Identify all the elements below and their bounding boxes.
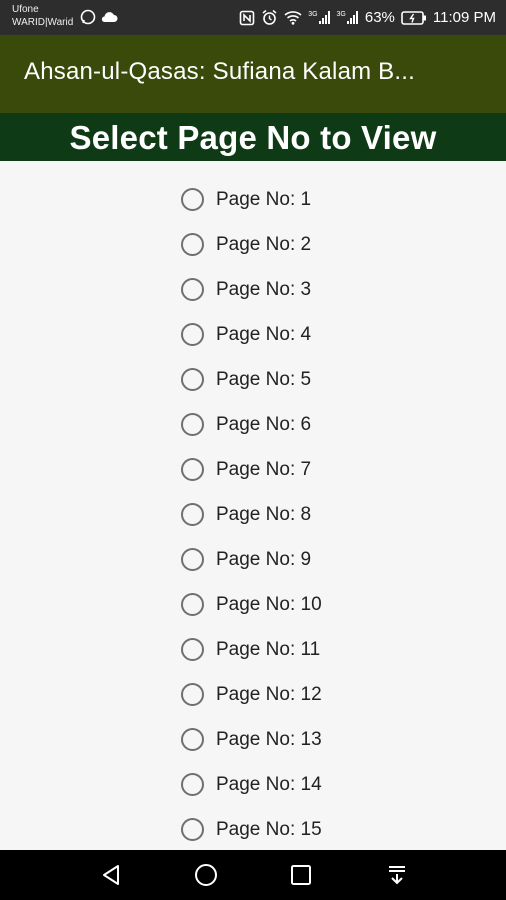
- home-button[interactable]: [193, 862, 219, 888]
- radio-button-icon[interactable]: [181, 638, 204, 661]
- radio-button-icon[interactable]: [181, 728, 204, 751]
- whatsapp-icon: [80, 9, 96, 25]
- page-option-label: Page No: 15: [216, 818, 322, 840]
- notifications-down-icon: [389, 866, 405, 885]
- radio-button-icon[interactable]: [181, 323, 204, 346]
- page-option[interactable]: Page No: 11: [181, 627, 320, 672]
- network-label-2: 3G: [336, 11, 346, 18]
- cloud-icon: [101, 12, 118, 22]
- recents-icon: [291, 865, 311, 885]
- radio-button-icon[interactable]: [181, 368, 204, 391]
- page-option-label: Page No: 9: [216, 548, 312, 570]
- page-option[interactable]: Page No: 1: [181, 177, 311, 222]
- page-option-label: Page No: 12: [216, 683, 322, 705]
- page-option[interactable]: Page No: 12: [181, 672, 322, 717]
- radio-button-icon[interactable]: [181, 188, 204, 211]
- app-bar: Ahsan-ul-Qasas: Sufiana Kalam B...: [0, 35, 506, 113]
- signal-icon-1: 3G: [308, 11, 330, 24]
- page-option[interactable]: Page No: 9: [181, 537, 311, 582]
- page-option-label: Page No: 7: [216, 458, 312, 480]
- page-option[interactable]: Page No: 4: [181, 312, 311, 357]
- page-option[interactable]: Page No: 6: [181, 402, 311, 447]
- page-option-label: Page No: 8: [216, 503, 312, 525]
- status-bar: Ufone WARID|Warid 3G 3G 63% 11:09 PM: [0, 0, 506, 35]
- signal-icon-2: 3G: [337, 11, 359, 24]
- radio-button-icon[interactable]: [181, 593, 204, 616]
- page-option[interactable]: Page No: 15: [181, 807, 322, 852]
- page-title: Select Page No to View: [69, 119, 437, 156]
- notification-icons: [80, 9, 118, 25]
- home-icon: [195, 864, 217, 886]
- page-option-label: Page No: 10: [216, 593, 322, 615]
- page-option[interactable]: Page No: 7: [181, 447, 311, 492]
- radio-button-icon[interactable]: [181, 548, 204, 571]
- carrier-info: Ufone WARID|Warid: [12, 3, 73, 29]
- radio-button-icon[interactable]: [181, 683, 204, 706]
- page-option[interactable]: Page No: 2: [181, 222, 311, 267]
- page-option-label: Page No: 6: [216, 413, 312, 435]
- carrier-line-2: WARID|Warid: [12, 17, 74, 28]
- wifi-icon: [284, 11, 302, 25]
- page-option-label: Page No: 4: [216, 323, 312, 345]
- page-option-label: Page No: 13: [216, 728, 322, 750]
- recents-button[interactable]: [288, 862, 314, 888]
- battery-percent: 63%: [364, 9, 395, 26]
- page-option[interactable]: Page No: 10: [181, 582, 322, 627]
- back-button[interactable]: [98, 862, 124, 888]
- radio-button-icon[interactable]: [181, 458, 204, 481]
- clock: 11:09 PM: [432, 9, 496, 26]
- page-option-label: Page No: 2: [216, 233, 312, 255]
- page-option[interactable]: Page No: 13: [181, 717, 322, 762]
- page-option-label: Page No: 11: [216, 638, 321, 660]
- radio-button-icon[interactable]: [181, 818, 204, 841]
- page-option[interactable]: Page No: 8: [181, 492, 311, 537]
- network-label-1: 3G: [308, 11, 318, 18]
- navigation-bar: [0, 850, 506, 900]
- page-option[interactable]: Page No: 3: [181, 267, 311, 312]
- page-header: Select Page No to View: [0, 113, 506, 161]
- status-right: 3G 3G 63% 11:09 PM: [239, 0, 496, 35]
- page-option[interactable]: Page No: 5: [181, 357, 311, 402]
- radio-button-icon[interactable]: [181, 233, 204, 256]
- battery-charging-icon: [401, 10, 426, 25]
- radio-button-icon[interactable]: [181, 278, 204, 301]
- page-option-label: Page No: 5: [216, 368, 312, 390]
- carrier-line-1: Ufone: [12, 4, 39, 15]
- radio-button-icon[interactable]: [181, 413, 204, 436]
- radio-button-icon[interactable]: [181, 773, 204, 796]
- back-icon: [103, 865, 119, 885]
- alarm-icon: [262, 9, 277, 25]
- page-option-label: Page No: 3: [216, 278, 312, 300]
- radio-button-icon[interactable]: [181, 503, 204, 526]
- nfc-icon: [239, 10, 255, 25]
- page-option[interactable]: Page No: 14: [181, 762, 322, 807]
- page-option-label: Page No: 1: [216, 188, 312, 210]
- page-option-label: Page No: 14: [216, 773, 322, 795]
- notifications-button[interactable]: [384, 862, 410, 888]
- app-title: Ahsan-ul-Qasas: Sufiana Kalam B...: [24, 58, 415, 85]
